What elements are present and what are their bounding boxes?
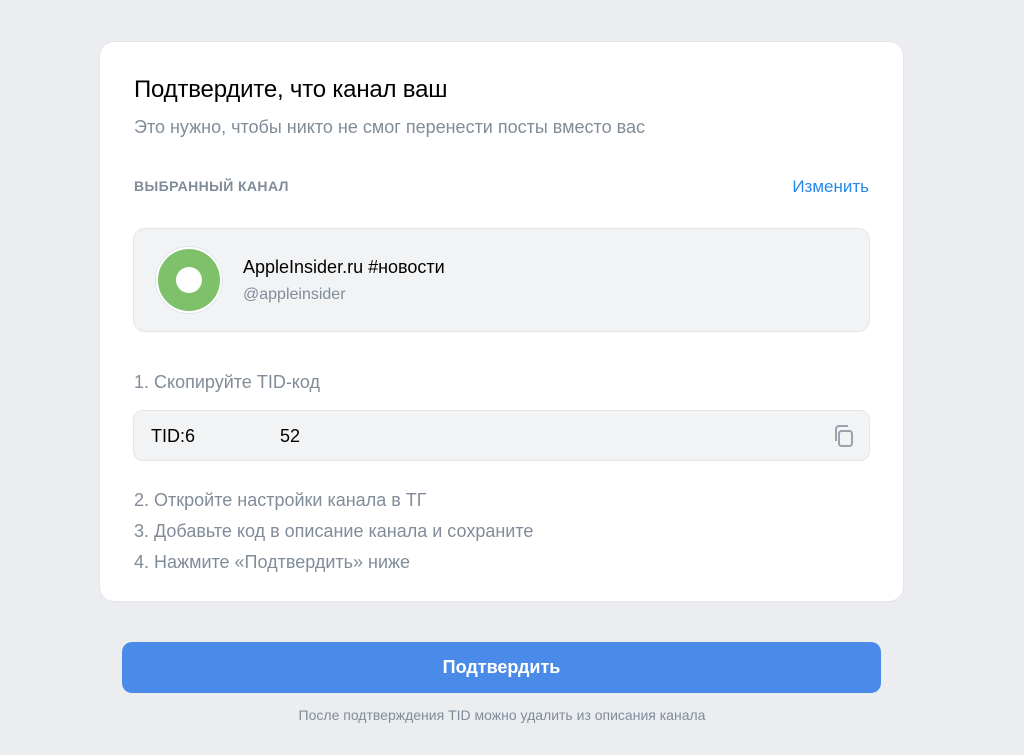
- tid-code-field[interactable]: TID:6 52: [133, 410, 870, 461]
- footnote: После подтверждения TID можно удалить из…: [298, 707, 706, 723]
- selected-channel-label: ВЫБРАННЫЙ КАНАЛ: [134, 178, 289, 194]
- copy-icon[interactable]: [831, 423, 857, 449]
- step-add-code: 3. Добавьте код в описание канала и сохр…: [134, 521, 534, 541]
- avatar-ring-icon: [176, 267, 202, 293]
- page-title: Подтвердите, что канал ваш: [134, 76, 448, 103]
- channel-name: AppleInsider.ru #новости: [243, 257, 445, 277]
- channel-handle: @appleinsider: [243, 286, 346, 303]
- change-channel-link[interactable]: Изменить: [792, 177, 869, 197]
- channel-avatar: [156, 247, 222, 313]
- step-open-settings: 2. Откройте настройки канала в ТГ: [134, 490, 427, 510]
- instruction-steps: 2. Откройте настройки канала в ТГ 3. Доб…: [134, 485, 533, 578]
- step-copy-tid: 1. Скопируйте TID-код: [134, 372, 321, 392]
- confirm-button[interactable]: Подтвердить: [122, 642, 881, 693]
- selected-channel-card: AppleInsider.ru #новости @appleinsider: [133, 228, 870, 332]
- tid-code-value: TID:6 52: [151, 426, 301, 446]
- step-press-confirm: 4. Нажмите «Подтвердить» ниже: [134, 552, 411, 572]
- page-subtitle: Это нужно, чтобы никто не смог перенести…: [134, 117, 645, 137]
- verification-card: Подтвердите, что канал ваш Это нужно, чт…: [100, 42, 903, 601]
